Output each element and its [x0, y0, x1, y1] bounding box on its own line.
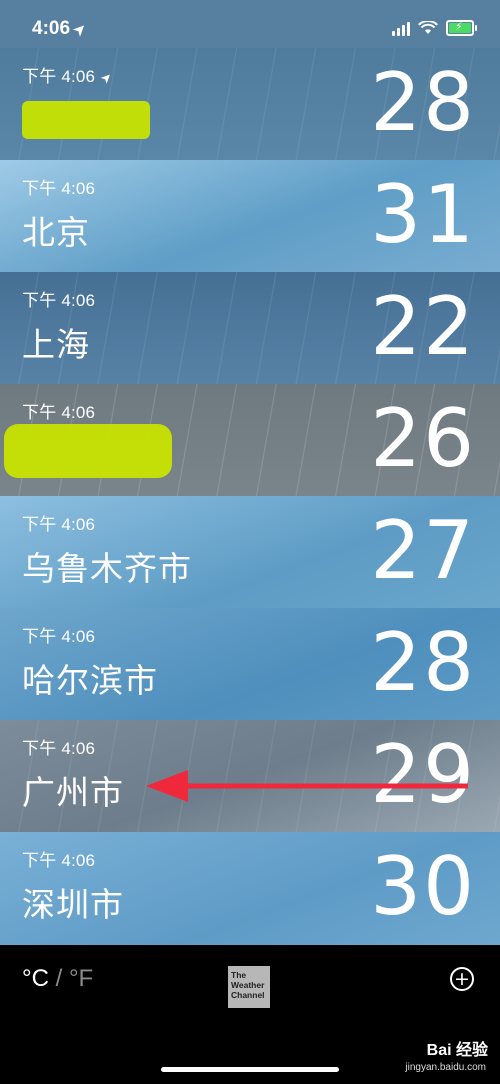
- unit-toggle[interactable]: °C / °F: [22, 965, 93, 993]
- row-temperature: 30: [370, 840, 476, 933]
- row-time: 下午 4:06: [22, 627, 96, 646]
- row-temperature: 27: [370, 504, 476, 597]
- row-temperature: 26: [370, 392, 476, 485]
- status-time-text: 4:06: [32, 18, 71, 39]
- red-annotation-arrow: [146, 770, 468, 802]
- home-indicator[interactable]: [161, 1067, 339, 1072]
- row-time: 下午 4:06: [22, 179, 96, 198]
- weather-row-beijing[interactable]: 下午 4:06 北京 31: [0, 160, 500, 272]
- unit-separator: /: [55, 965, 63, 992]
- status-time: 4:06➤: [32, 18, 89, 40]
- row-city: 乌鲁木齐市: [22, 549, 192, 588]
- row-city: 广州市: [22, 773, 124, 812]
- weather-row-redacted-city[interactable]: 下午 4:06 26: [0, 384, 500, 496]
- weather-row-current-location[interactable]: 下午 4:06 ➤ 28: [0, 48, 500, 160]
- celsius-option[interactable]: °C: [22, 965, 49, 992]
- weather-row-shenzhen[interactable]: 下午 4:06 深圳市 30: [0, 832, 500, 945]
- row-temperature: 31: [370, 168, 476, 261]
- redacted-city-mark: [4, 424, 172, 478]
- weather-row-shanghai[interactable]: 下午 4:06 上海 22: [0, 272, 500, 384]
- watermark-url: jingyan.baidu.com: [405, 1062, 486, 1073]
- row-time: 下午 4:06: [22, 403, 96, 422]
- baidu-watermark: Bai 经验: [426, 1042, 488, 1059]
- plus-icon: +: [454, 967, 470, 990]
- add-city-button[interactable]: +: [450, 967, 474, 991]
- location-services-icon: ➤: [69, 19, 90, 39]
- status-icons: ⚡: [392, 20, 477, 36]
- row-time: 下午 4:06 ➤: [22, 67, 116, 87]
- weather-row-harbin[interactable]: 下午 4:06 哈尔滨市 28: [0, 608, 500, 720]
- fahrenheit-option[interactable]: °F: [69, 965, 93, 992]
- row-time: 下午 4:06: [22, 515, 96, 534]
- redacted-city-mark: [22, 101, 150, 139]
- row-temperature: 22: [370, 280, 476, 373]
- cellular-signal-icon: [392, 20, 410, 36]
- row-temperature: 28: [370, 56, 476, 149]
- row-city: 深圳市: [22, 885, 124, 924]
- row-time: 下午 4:06: [22, 739, 96, 758]
- row-time: 下午 4:06: [22, 851, 96, 870]
- weather-row-guangzhou[interactable]: 下午 4:06 广州市 29: [0, 720, 500, 832]
- row-city: 北京: [22, 213, 90, 252]
- row-city: 上海: [22, 325, 90, 364]
- row-city: 哈尔滨市: [22, 661, 158, 700]
- weather-row-urumqi[interactable]: 下午 4:06 乌鲁木齐市 27: [0, 496, 500, 608]
- row-temperature: 28: [370, 616, 476, 709]
- battery-charging-icon: ⚡: [446, 20, 477, 36]
- wifi-icon: [418, 21, 438, 34]
- weather-channel-logo[interactable]: The Weather Channel: [228, 966, 270, 1008]
- row-time: 下午 4:06: [22, 291, 96, 310]
